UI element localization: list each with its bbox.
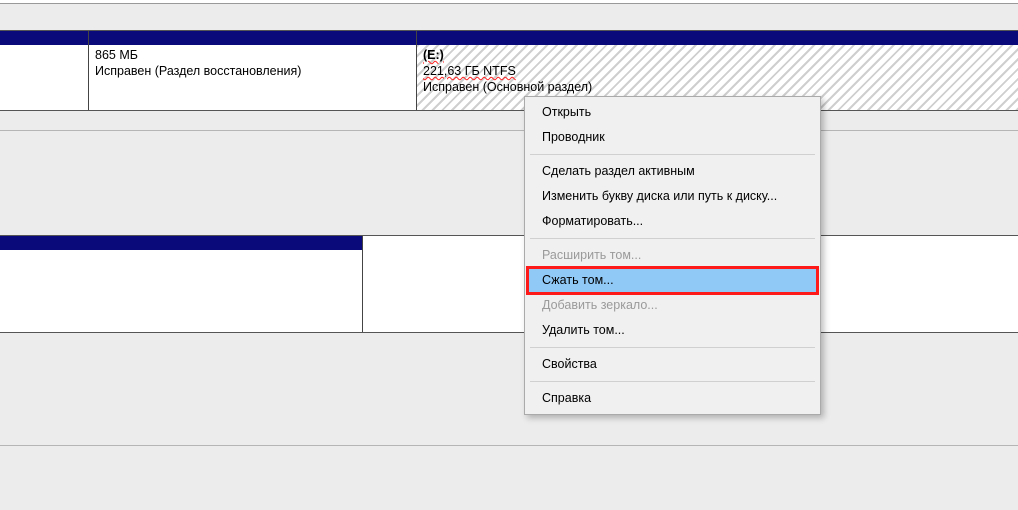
partition-drive-letter: (E:) xyxy=(423,48,444,62)
menu-item-open[interactable]: Открыть xyxy=(528,100,817,125)
partition-header-stripe xyxy=(89,31,416,45)
menu-item-help[interactable]: Справка xyxy=(528,386,817,411)
menu-item-delete[interactable]: Удалить том... xyxy=(528,318,817,343)
partition-empty[interactable] xyxy=(0,236,363,332)
menu-separator xyxy=(530,347,815,348)
disk-row-1: 865 МБ Исправен (Раздел восстановления) … xyxy=(0,30,1018,111)
context-menu: Открыть Проводник Сделать раздел активны… xyxy=(524,96,821,415)
partition-header-stripe xyxy=(0,236,362,250)
menu-item-format[interactable]: Форматировать... xyxy=(528,209,817,234)
menu-item-make-active[interactable]: Сделать раздел активным xyxy=(528,159,817,184)
partition-status: Исправен (Раздел восстановления) xyxy=(95,64,301,78)
disk-row-2 xyxy=(0,235,1018,333)
menu-item-add-mirror: Добавить зеркало... xyxy=(528,293,817,318)
divider xyxy=(0,130,1018,131)
divider xyxy=(0,445,1018,446)
window-chrome-top xyxy=(0,0,1018,4)
partition-header-stripe xyxy=(417,31,1018,45)
menu-item-change-letter[interactable]: Изменить букву диска или путь к диску... xyxy=(528,184,817,209)
partition-header-col xyxy=(0,31,88,110)
partition-size: 221,63 ГБ NTFS xyxy=(423,64,516,78)
menu-item-explorer[interactable]: Проводник xyxy=(528,125,817,150)
menu-separator xyxy=(530,381,815,382)
partition-recovery[interactable]: 865 МБ Исправен (Раздел восстановления) xyxy=(88,31,416,110)
menu-separator xyxy=(530,238,815,239)
partition-header-stripe xyxy=(0,31,88,45)
menu-item-shrink[interactable]: Сжать том... xyxy=(528,268,817,293)
menu-separator xyxy=(530,154,815,155)
partition-size: 865 МБ xyxy=(95,48,138,62)
partition-status: Исправен (Основной раздел) xyxy=(423,80,592,94)
menu-item-properties[interactable]: Свойства xyxy=(528,352,817,377)
menu-item-extend: Расширить том... xyxy=(528,243,817,268)
